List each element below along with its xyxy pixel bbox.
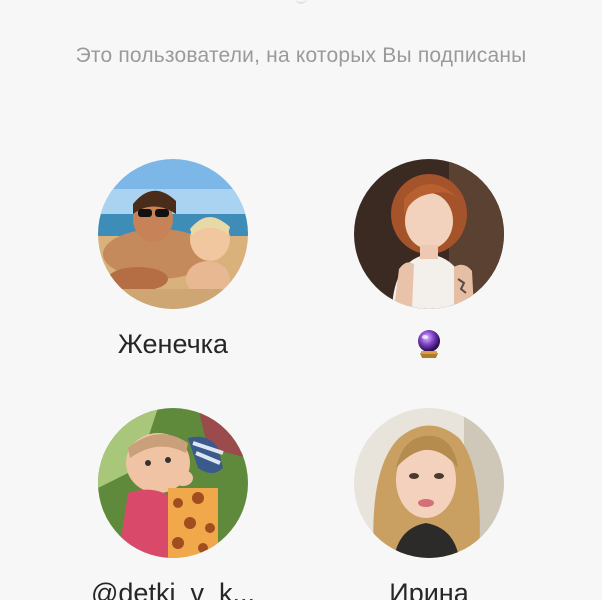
user-card-4[interactable]: Ирина (309, 408, 549, 600)
user-card-3[interactable]: @detki_v_k... (53, 408, 293, 600)
user-name-3[interactable]: @detki_v_k... (53, 576, 293, 600)
user-name-4[interactable]: Ирина (309, 576, 549, 600)
baby-photo (98, 408, 248, 558)
following-subtitle: Это пользователи, на которых Вы подписан… (75, 44, 527, 67)
blonde-woman-photo (354, 408, 504, 558)
top-edge-ornament (295, 0, 307, 4)
user-avatar-1[interactable] (98, 159, 248, 309)
beach-family-photo (98, 159, 248, 309)
user-card-2[interactable] (309, 159, 549, 368)
user-name-2[interactable] (309, 327, 549, 368)
crystal-ball-icon (418, 330, 440, 358)
following-screen: Это пользователи, на которых Вы подписан… (0, 0, 602, 600)
user-card-1[interactable]: Женечка (53, 159, 293, 361)
red-hair-woman-photo (354, 159, 504, 309)
user-avatar-4[interactable] (354, 408, 504, 558)
user-avatar-3[interactable] (98, 408, 248, 558)
user-avatar-2[interactable] (354, 159, 504, 309)
user-name-1[interactable]: Женечка (53, 327, 293, 361)
